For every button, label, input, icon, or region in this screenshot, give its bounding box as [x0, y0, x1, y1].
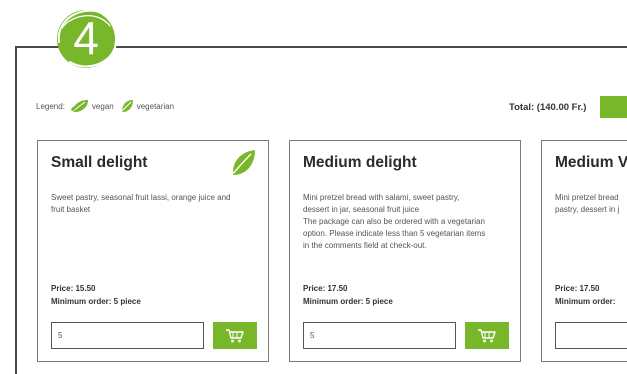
description-line: fruit basket — [51, 205, 91, 214]
description-line: in the comments field at check-out. — [303, 241, 427, 250]
vegetarian-leaf-icon — [230, 149, 256, 182]
package-min-order: Minimum order: 5 piece — [303, 297, 393, 306]
description-line: Mini pretzel bread — [555, 193, 619, 202]
add-to-cart-button[interactable] — [213, 322, 257, 349]
step-badge: 4 — [50, 6, 122, 70]
description-line: pastry, dessert in j — [555, 205, 620, 214]
quantity-input[interactable] — [555, 322, 627, 349]
quantity-input[interactable] — [51, 322, 204, 349]
package-min-order: Minimum order: 5 piece — [51, 297, 141, 306]
package-description: Mini pretzel bread with salami, sweet pa… — [303, 192, 511, 252]
order-total: Total: (140.00 Fr.) — [509, 102, 587, 113]
cart-icon — [226, 328, 244, 342]
package-description: Sweet pastry, seasonal fruit lassi, oran… — [51, 192, 259, 216]
description-line: Mini pretzel bread with salami, sweet pa… — [303, 193, 460, 202]
description-line: option. Please indicate less than 5 vege… — [303, 229, 486, 238]
section-frame-left — [15, 46, 17, 374]
package-price: Price: 17.50 — [303, 284, 348, 293]
package-title: Small delight — [51, 154, 148, 171]
legend-vegetarian-label: vegetarian — [136, 101, 175, 111]
checkout-button[interactable] — [600, 96, 627, 118]
package-price: Price: 17.50 — [555, 284, 600, 293]
description-line: The package can also be ordered with a v… — [303, 217, 485, 226]
add-to-cart-button[interactable] — [465, 322, 509, 349]
package-title: Medium delight — [303, 154, 417, 171]
quantity-input[interactable] — [303, 322, 456, 349]
vegetarian-leaf-icon — [120, 99, 134, 113]
package-description: Mini pretzel bread pastry, dessert in j — [555, 192, 627, 216]
legend-label: Legend: — [36, 101, 65, 111]
cart-icon — [478, 328, 496, 342]
legend-vegan-label: vegan — [91, 101, 114, 111]
package-card: Small delight Sweet pastry, seasonal fru… — [37, 140, 269, 362]
package-min-order: Minimum order: — [555, 297, 616, 306]
package-card: Medium delight Mini pretzel bread with s… — [289, 140, 521, 362]
package-card: Medium Vi Mini pretzel bread pastry, des… — [541, 140, 627, 362]
description-line: Sweet pastry, seasonal fruit lassi, oran… — [51, 193, 231, 202]
step-number: 4 — [73, 12, 99, 64]
package-title: Medium Vi — [555, 154, 627, 171]
package-price: Price: 15.50 — [51, 284, 96, 293]
legend: Legend: vegan vegetarian — [36, 99, 174, 113]
vegan-leaf-icon — [70, 99, 89, 113]
description-line: dessert in jar, seasonal fruit juice — [303, 205, 420, 214]
